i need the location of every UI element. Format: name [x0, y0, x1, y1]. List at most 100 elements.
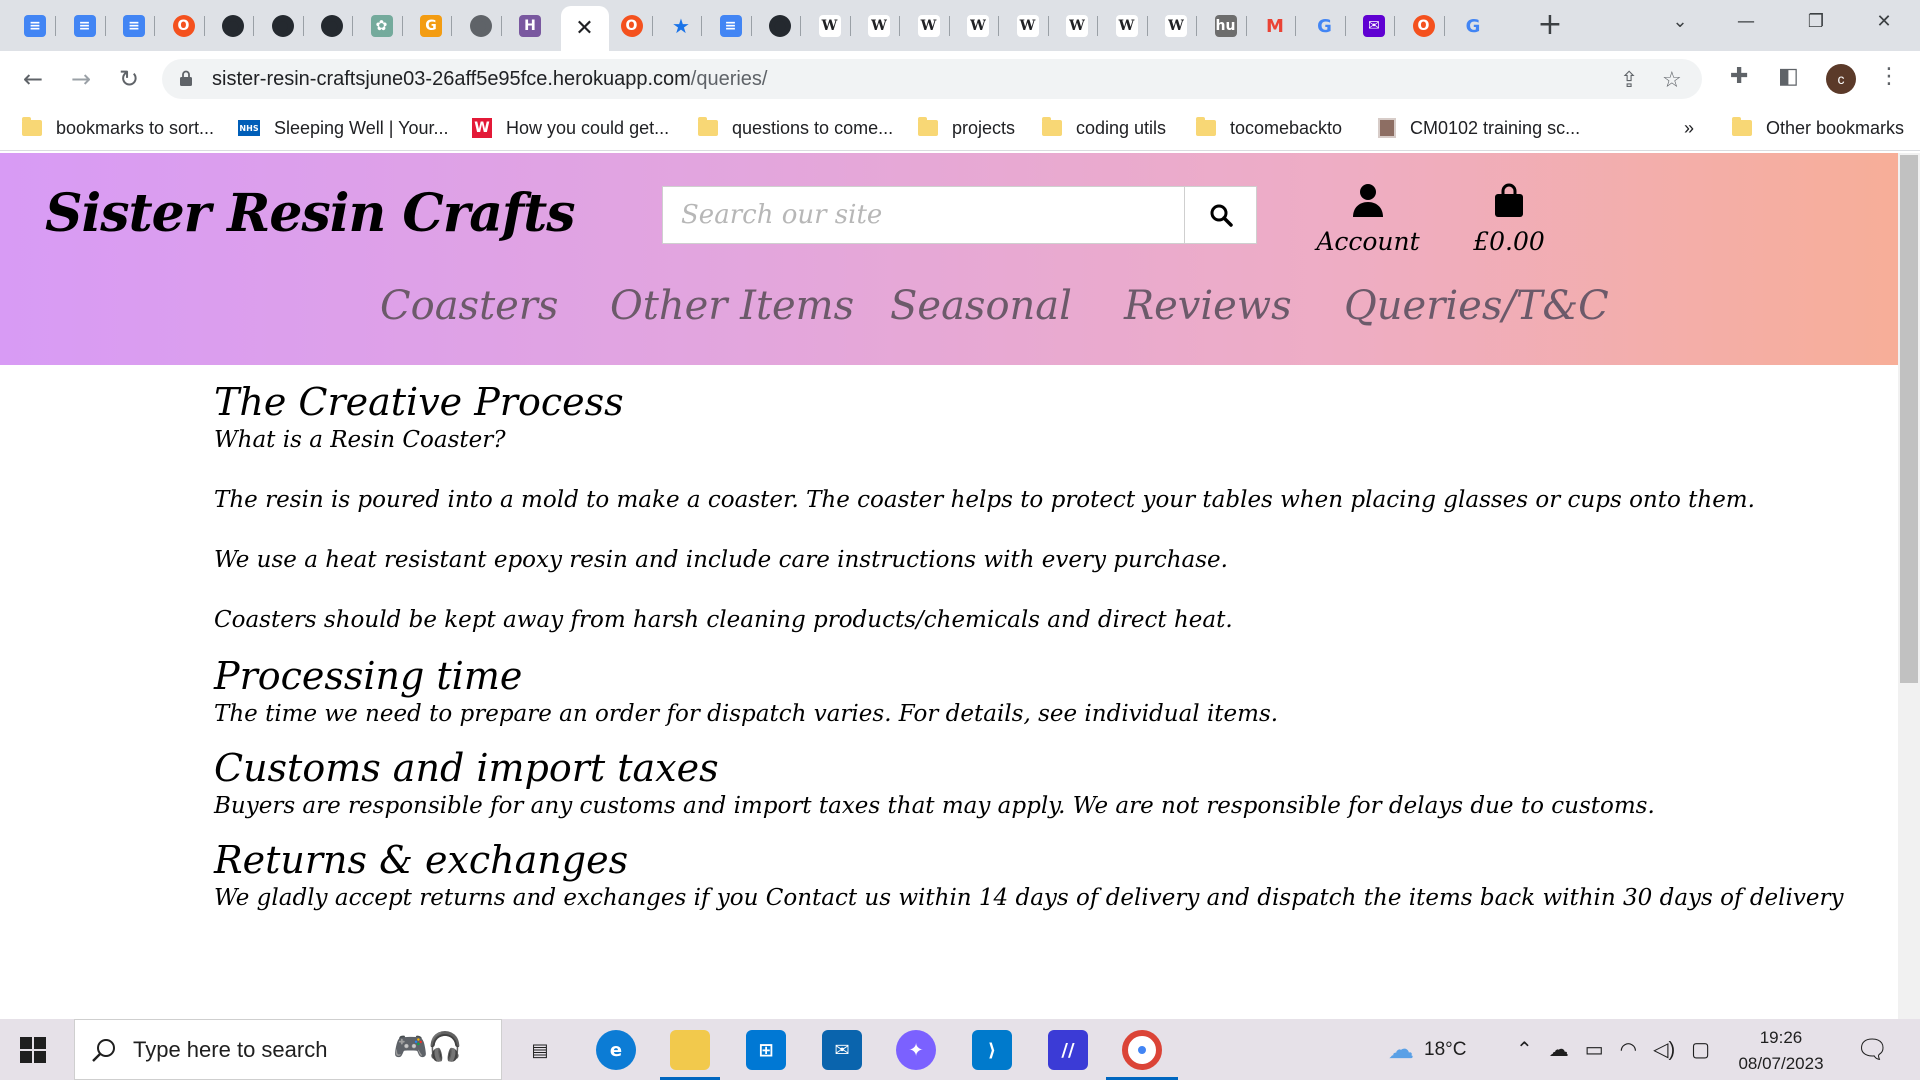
browser-tab[interactable]: ● [214, 8, 254, 44]
windows-taskbar: Type here to search 🎮🎧 ▤ e ⊞ ✉ ✦ ⟩ // ☁ 1… [0, 1019, 1920, 1080]
tab-divider [1344, 16, 1346, 36]
share-icon[interactable]: ⇪ [1620, 68, 1638, 93]
url-text[interactable]: sister-resin-craftsjune03-26aff5e95fce.h… [212, 68, 768, 91]
nav-seasonal[interactable]: Seasonal [890, 283, 1072, 329]
browser-tab[interactable]: ✕ [560, 6, 609, 51]
address-bar[interactable]: sister-resin-craftsjune03-26aff5e95fce.h… [162, 59, 1702, 99]
browser-tab[interactable]: ✉ [1355, 8, 1395, 44]
browser-tab[interactable]: ● [462, 8, 502, 44]
nav-reviews[interactable]: Reviews [1124, 283, 1292, 329]
weather-widget[interactable]: ☁ 18°C [1388, 1019, 1466, 1080]
wifi-icon[interactable]: ◠ [1620, 1037, 1637, 1062]
browser-tab[interactable]: M [1256, 8, 1296, 44]
folder-icon [1732, 117, 1752, 136]
bookmark-item[interactable]: projects [918, 115, 1015, 141]
mail-icon[interactable]: ✉ [822, 1030, 862, 1070]
browser-tab[interactable]: W [811, 8, 851, 44]
browser-tab[interactable]: ≡ [66, 8, 106, 44]
browser-tab[interactable]: W [1058, 8, 1098, 44]
browser-tab[interactable]: ≡ [712, 8, 752, 44]
battery-icon[interactable]: ▭ [1585, 1037, 1604, 1062]
close-icon[interactable]: ✕ [575, 16, 593, 41]
vscode-icon[interactable]: ⟩ [972, 1030, 1012, 1070]
tab-search-icon[interactable]: ⌄ [1660, 8, 1700, 36]
browser-tab[interactable]: ● [761, 8, 801, 44]
bookmark-item[interactable]: bookmarks to sort... [22, 115, 214, 141]
taskbar-search[interactable]: Type here to search 🎮🎧 [74, 1019, 502, 1080]
browser-tab[interactable]: G [1306, 8, 1346, 44]
browser-tab[interactable]: O [165, 8, 205, 44]
nav-other-items[interactable]: Other Items [610, 283, 854, 329]
page-scrollbar[interactable] [1898, 153, 1920, 1019]
browser-tab[interactable]: W [1108, 8, 1148, 44]
nav-queries-tc[interactable]: Queries/T&C [1344, 283, 1609, 329]
windows-start-button[interactable] [20, 1037, 46, 1063]
bookmark-item[interactable]: questions to come... [698, 115, 893, 141]
browser-tab[interactable]: G [1454, 8, 1492, 44]
profile-avatar[interactable]: c [1826, 64, 1856, 94]
close-window-button[interactable]: ✕ [1864, 8, 1904, 36]
extensions-icon[interactable]: ✚ [1730, 64, 1748, 89]
browser-tab[interactable]: H [511, 8, 549, 44]
forward-button[interactable]: → [66, 64, 96, 94]
nav-coasters[interactable]: Coasters [380, 283, 558, 329]
side-panel-icon[interactable]: ◧ [1778, 64, 1799, 89]
scrollbar-thumb[interactable] [1900, 155, 1918, 683]
taskbar-clock[interactable]: 19:26 08/07/2023 [1726, 1025, 1836, 1077]
lock-icon[interactable] [180, 70, 192, 86]
google-icon: G [1465, 15, 1481, 37]
browser-tab[interactable]: W [959, 8, 999, 44]
url-host: sister-resin-craftsjune03-26aff5e95fce.h… [212, 68, 691, 90]
file-explorer-icon[interactable] [670, 1030, 710, 1070]
volume-icon[interactable]: ◁) [1653, 1037, 1675, 1062]
new-tab-button[interactable]: + [1534, 10, 1566, 42]
browser-tab[interactable]: W [1009, 8, 1049, 44]
bookmark-item[interactable]: CM0102 training sc... [1378, 115, 1580, 141]
browser-tab[interactable]: ≡ [16, 8, 56, 44]
bookmark-label: bookmarks to sort... [56, 117, 215, 138]
basket-link[interactable]: £0.00 [1454, 183, 1564, 256]
browser-tab[interactable]: ● [264, 8, 304, 44]
browser-tab[interactable]: ✿ [363, 8, 403, 44]
task-view-icon[interactable]: ▤ [520, 1030, 560, 1070]
bookmark-item[interactable]: tocomebackto [1196, 115, 1342, 141]
search-button[interactable] [1184, 186, 1257, 244]
tab-divider [500, 16, 502, 36]
notifications-icon[interactable]: 🗨 [1856, 1019, 1889, 1080]
browser-tab[interactable]: O [1405, 8, 1445, 44]
browser-tab[interactable]: W [910, 8, 950, 44]
onedrive-icon[interactable]: ☁ [1549, 1037, 1569, 1062]
browser-tab[interactable]: W [860, 8, 900, 44]
chevron-up-icon[interactable]: ⌃ [1516, 1037, 1533, 1062]
site-logo[interactable]: Sister Resin Crafts [45, 183, 576, 244]
search-input[interactable] [662, 186, 1185, 244]
tab-divider [849, 16, 851, 36]
browser-tab[interactable]: hu [1207, 8, 1247, 44]
browser-tab[interactable]: ● [313, 8, 353, 44]
circle-o-icon: O [172, 15, 195, 37]
browser-tab[interactable]: ★ [662, 8, 702, 44]
meet-now-icon[interactable]: ▢ [1691, 1037, 1710, 1062]
copilot-icon[interactable]: ✦ [896, 1030, 936, 1070]
browser-tab[interactable]: ≡ [115, 8, 155, 44]
other-bookmarks[interactable]: Other bookmarks [1732, 115, 1904, 141]
browser-tab[interactable]: G [412, 8, 452, 44]
bookmark-item[interactable]: NHS Sleeping Well | Your... [238, 115, 448, 141]
edge-icon[interactable]: e [596, 1030, 636, 1070]
chrome-icon[interactable] [1122, 1030, 1162, 1070]
microsoft-store-icon[interactable]: ⊞ [746, 1030, 786, 1070]
minimize-button[interactable]: — [1726, 8, 1766, 36]
bookmark-item[interactable]: coding utils [1042, 115, 1166, 141]
back-button[interactable]: ← [18, 64, 48, 94]
menu-kebab-icon[interactable]: ⋮ [1878, 64, 1900, 89]
account-link[interactable]: Account [1313, 183, 1423, 256]
bookmark-star-icon[interactable]: ☆ [1662, 68, 1682, 93]
bookmarks-overflow-button[interactable]: » [1684, 115, 1694, 141]
bookmark-item[interactable]: W How you could get... [472, 115, 669, 141]
browser-tab[interactable]: W [1157, 8, 1197, 44]
terminal-app-icon[interactable]: // [1048, 1030, 1088, 1070]
browser-tab[interactable]: O [613, 8, 653, 44]
reload-button[interactable]: ↻ [114, 64, 144, 94]
tab-divider [750, 16, 752, 36]
restore-button[interactable]: ❐ [1796, 8, 1836, 36]
